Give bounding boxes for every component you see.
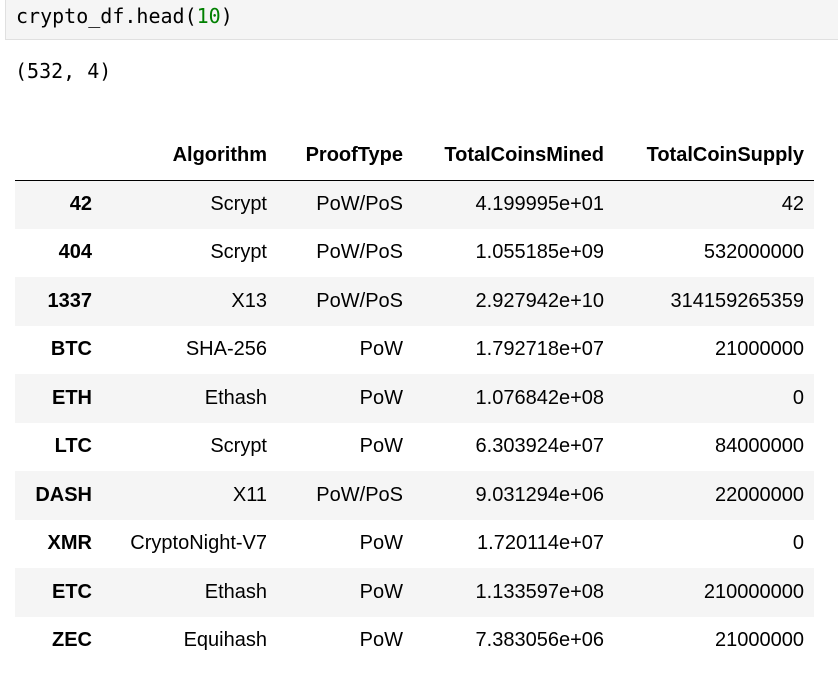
table-row: 404 Scrypt PoW/PoS 1.055185e+09 53200000… [15,228,814,277]
totalcoinsupply-cell: 532000000 [703,241,804,264]
prooftype-cell: PoW/PoS [316,241,403,264]
totalcoinsmined-cell: 1.792718e+07 [475,338,604,361]
algorithm-cell: Equihash [183,629,267,652]
code-number-argument: 10 [196,4,221,28]
algorithm-cell: Scrypt [210,435,267,458]
prooftype-cell: PoW [359,435,403,458]
totalcoinsmined-cell: 2.927942e+10 [475,289,604,312]
prooftype-cell: PoW/PoS [316,483,403,506]
row-index: 404 [58,241,92,264]
code-prefix: crypto_df.head( [16,4,197,28]
dataframe-table: Algorithm ProofType TotalCoinsMined Tota… [15,132,814,665]
row-index: BTC [50,338,92,361]
row-index: XMR [47,532,92,555]
row-index: ETC [52,580,92,603]
totalcoinsupply-cell: 210000000 [703,580,804,603]
totalcoinsupply-cell: 0 [792,532,804,555]
totalcoinsupply-cell: 22000000 [715,483,804,506]
totalcoinsmined-cell: 9.031294e+06 [475,483,604,506]
table-row: 42 Scrypt PoW/PoS 4.199995e+01 42 [15,180,814,229]
table-header-row: Algorithm ProofType TotalCoinsMined Tota… [15,132,814,181]
shape-output: (532, 4) [15,59,112,83]
table-row: BTC SHA-256 PoW 1.792718e+07 21000000 [15,325,814,374]
prooftype-cell: PoW/PoS [316,193,403,215]
algorithm-cell: Ethash [204,386,267,409]
column-header-totalcoinsmined: TotalCoinsMined [413,132,614,181]
prooftype-cell: PoW [359,386,403,409]
algorithm-cell: Scrypt [210,241,267,264]
table-row: ETH Ethash PoW 1.076842e+08 0 [15,374,814,423]
totalcoinsmined-cell: 1.055185e+09 [475,241,604,264]
totalcoinsmined-cell: 1.076842e+08 [475,386,604,409]
totalcoinsmined-cell: 4.199995e+01 [475,193,604,215]
column-header-algorithm: Algorithm [102,132,277,181]
column-header-prooftype: ProofType [277,132,413,181]
totalcoinsmined-cell: 1.720114e+07 [477,532,604,555]
code-cell-input[interactable]: crypto_df.head(10) [5,0,838,40]
index-column-header [15,132,102,181]
table-row: ZEC Equihash PoW 7.383056e+06 21000000 [15,616,814,665]
code-line[interactable]: crypto_df.head(10) [16,3,233,29]
row-index: ZEC [52,629,92,652]
algorithm-cell: CryptoNight-V7 [130,532,267,555]
table-row: ETC Ethash PoW 1.133597e+08 210000000 [15,568,814,617]
code-suffix: ) [220,4,233,28]
totalcoinsupply-cell: 21000000 [715,629,804,652]
totalcoinsmined-cell: 7.383056e+06 [475,629,604,652]
algorithm-cell: X11 [232,483,267,506]
row-index: LTC [54,435,92,458]
row-index: ETH [52,386,92,409]
totalcoinsupply-cell: 0 [792,386,804,409]
row-index: 42 [69,193,92,215]
prooftype-cell: PoW [359,580,403,603]
totalcoinsupply-cell: 314159265359 [670,289,804,312]
prooftype-cell: PoW [359,338,403,361]
prooftype-cell: PoW [359,629,403,652]
totalcoinsupply-cell: 42 [781,193,804,215]
table-row: 1337 X13 PoW/PoS 2.927942e+10 3141592653… [15,277,814,326]
algorithm-cell: Ethash [204,580,267,603]
totalcoinsmined-cell: 1.133597e+08 [475,580,604,603]
table-row: XMR CryptoNight-V7 PoW 1.720114e+07 0 [15,519,814,568]
row-index: DASH [35,483,92,506]
table-row: DASH X11 PoW/PoS 9.031294e+06 22000000 [15,471,814,520]
algorithm-cell: X13 [231,289,267,312]
algorithm-cell: SHA-256 [185,338,267,361]
table-row: LTC Scrypt PoW 6.303924e+07 84000000 [15,422,814,471]
totalcoinsmined-cell: 6.303924e+07 [475,435,604,458]
prooftype-cell: PoW [359,532,403,555]
prooftype-cell: PoW/PoS [316,289,403,312]
column-header-totalcoinsupply: TotalCoinSupply [614,132,814,181]
totalcoinsupply-cell: 84000000 [715,435,804,458]
row-index: 1337 [47,289,93,312]
totalcoinsupply-cell: 21000000 [715,338,804,361]
algorithm-cell: Scrypt [210,193,267,215]
